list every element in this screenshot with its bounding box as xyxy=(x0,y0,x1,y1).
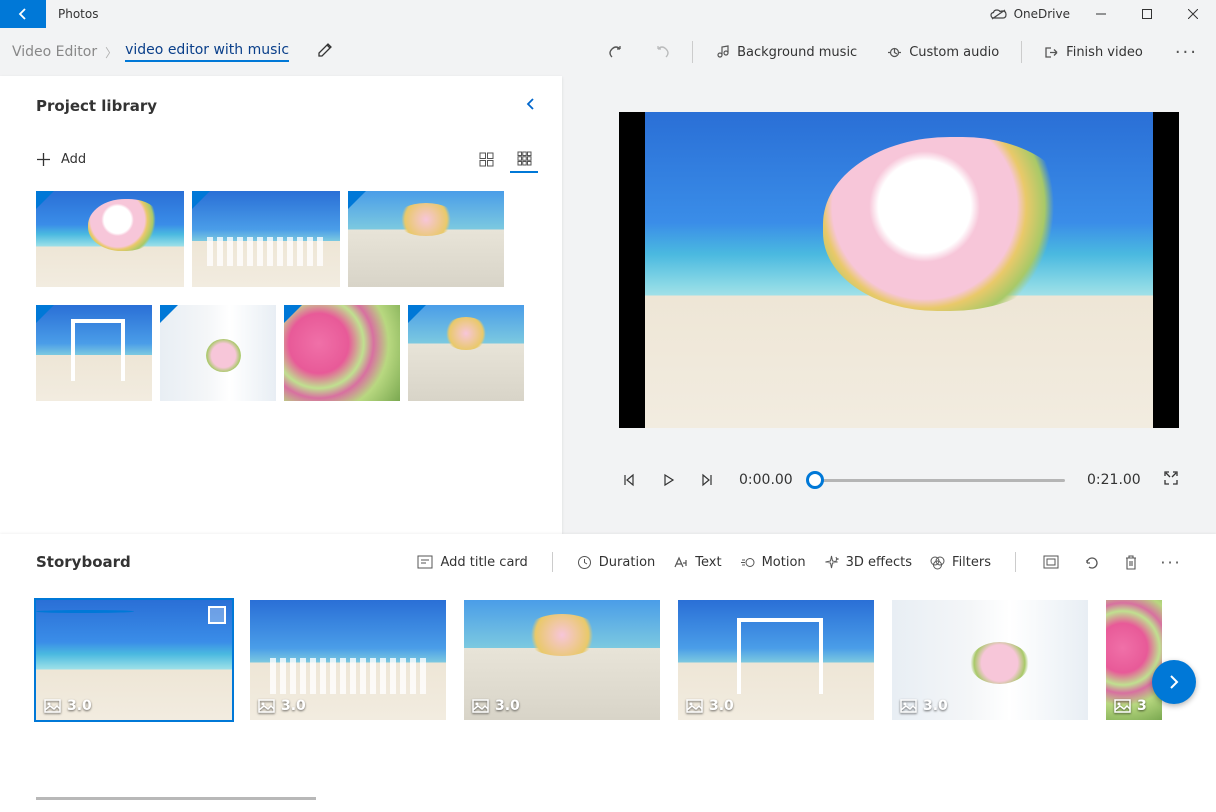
clip-duration: 3.0 xyxy=(709,698,734,714)
storyboard-clip[interactable]: 3 xyxy=(1106,600,1162,720)
seek-slider[interactable] xyxy=(815,472,1065,488)
back-button[interactable] xyxy=(0,0,46,28)
divider xyxy=(552,552,553,572)
music-icon xyxy=(715,45,730,60)
storyboard-more-button[interactable]: ··· xyxy=(1160,553,1182,572)
redo-button[interactable] xyxy=(646,38,678,66)
motion-icon xyxy=(740,555,755,570)
storyboard-panel: Storyboard Add title card Duration Text … xyxy=(0,534,1216,812)
storyboard-clip[interactable]: 3.0 xyxy=(678,600,874,720)
app-title: Photos xyxy=(58,7,98,21)
motion-button[interactable]: Motion xyxy=(740,555,806,570)
clip-duration: 3.0 xyxy=(495,698,520,714)
fullscreen-button[interactable] xyxy=(1163,470,1179,490)
next-frame-button[interactable] xyxy=(699,473,717,487)
divider xyxy=(1021,41,1022,63)
play-button[interactable] xyxy=(659,473,677,487)
breadcrumb-root[interactable]: Video Editor xyxy=(12,44,97,60)
divider xyxy=(1015,552,1016,572)
image-icon xyxy=(900,699,917,713)
storyboard-clip[interactable]: 3.0 xyxy=(36,600,232,720)
more-menu-button[interactable]: ··· xyxy=(1165,42,1208,63)
library-thumbnail[interactable] xyxy=(36,305,152,401)
horizontal-scrollbar[interactable] xyxy=(36,797,316,800)
library-thumbnail[interactable] xyxy=(192,191,340,287)
undo-button[interactable] xyxy=(600,38,632,66)
video-preview[interactable] xyxy=(619,112,1179,428)
duration-button[interactable]: Duration xyxy=(577,555,655,570)
text-button[interactable]: Text xyxy=(673,555,721,570)
previous-frame-button[interactable] xyxy=(619,473,637,487)
text-icon xyxy=(673,555,688,570)
clip-duration: 3.0 xyxy=(281,698,306,714)
cloud-off-icon xyxy=(990,8,1008,20)
library-thumbnail[interactable] xyxy=(348,191,504,287)
title-card-icon xyxy=(417,555,433,569)
title-bar: Photos OneDrive xyxy=(0,0,1216,28)
clip-duration: 3 xyxy=(1137,698,1147,714)
onedrive-status[interactable]: OneDrive xyxy=(990,7,1070,21)
playback-controls: 0:00.00 0:21.00 xyxy=(619,470,1179,490)
storyboard-strip: 3.0 3.0 3.0 3.0 3.0 3 xyxy=(36,600,1182,720)
add-button[interactable]: Add xyxy=(36,152,86,167)
storyboard-clip[interactable]: 3.0 xyxy=(464,600,660,720)
storyboard-title: Storyboard xyxy=(36,553,131,571)
image-icon xyxy=(472,699,489,713)
background-music-button[interactable]: Background music xyxy=(707,39,865,66)
close-button[interactable] xyxy=(1170,0,1216,28)
finish-video-button[interactable]: Finish video xyxy=(1036,39,1151,66)
maximize-button[interactable] xyxy=(1124,0,1170,28)
3d-effects-button[interactable]: 3D effects xyxy=(824,555,912,570)
chevron-right-icon: 〉 xyxy=(105,44,117,61)
plus-icon xyxy=(36,152,51,167)
library-title: Project library xyxy=(36,97,157,115)
sparkle-icon xyxy=(824,555,839,570)
clock-icon xyxy=(577,555,592,570)
time-total: 0:21.00 xyxy=(1087,472,1141,488)
storyboard-clip[interactable]: 3.0 xyxy=(892,600,1088,720)
resize-button[interactable] xyxy=(1040,555,1062,569)
breadcrumb: Video Editor 〉 video editor with music xyxy=(8,42,333,62)
action-bar: Video Editor 〉 video editor with music B… xyxy=(0,28,1216,76)
audio-icon xyxy=(887,45,902,60)
divider xyxy=(692,41,693,63)
export-icon xyxy=(1044,45,1059,60)
clip-duration: 3.0 xyxy=(923,698,948,714)
window-controls xyxy=(1078,0,1216,28)
library-thumbnail[interactable] xyxy=(408,305,524,401)
image-icon xyxy=(44,699,61,713)
image-icon xyxy=(686,699,703,713)
breadcrumb-current[interactable]: video editor with music xyxy=(125,42,289,62)
minimize-button[interactable] xyxy=(1078,0,1124,28)
project-library-panel: Project library Add xyxy=(0,76,562,534)
image-icon xyxy=(1114,699,1131,713)
image-icon xyxy=(258,699,275,713)
storyboard-clip[interactable]: 3.0 xyxy=(250,600,446,720)
rename-button[interactable] xyxy=(317,42,333,62)
delete-button[interactable] xyxy=(1120,555,1142,570)
collapse-button[interactable] xyxy=(524,96,544,115)
library-thumbnail[interactable] xyxy=(36,191,184,287)
add-title-card-button[interactable]: Add title card xyxy=(417,555,527,570)
preview-panel: 0:00.00 0:21.00 xyxy=(562,76,1216,534)
custom-audio-button[interactable]: Custom audio xyxy=(879,39,1007,66)
filters-icon xyxy=(930,555,945,570)
grid-small-view-button[interactable] xyxy=(510,145,538,173)
grid-large-view-button[interactable] xyxy=(472,145,500,173)
clip-duration: 3.0 xyxy=(67,698,92,714)
library-thumbnail[interactable] xyxy=(160,305,276,401)
time-current: 0:00.00 xyxy=(739,472,793,488)
library-thumbnail[interactable] xyxy=(284,305,400,401)
clip-select-checkbox[interactable] xyxy=(208,606,226,624)
rotate-button[interactable] xyxy=(1080,555,1102,570)
filters-button[interactable]: Filters xyxy=(930,555,991,570)
scroll-right-button[interactable] xyxy=(1152,660,1196,704)
